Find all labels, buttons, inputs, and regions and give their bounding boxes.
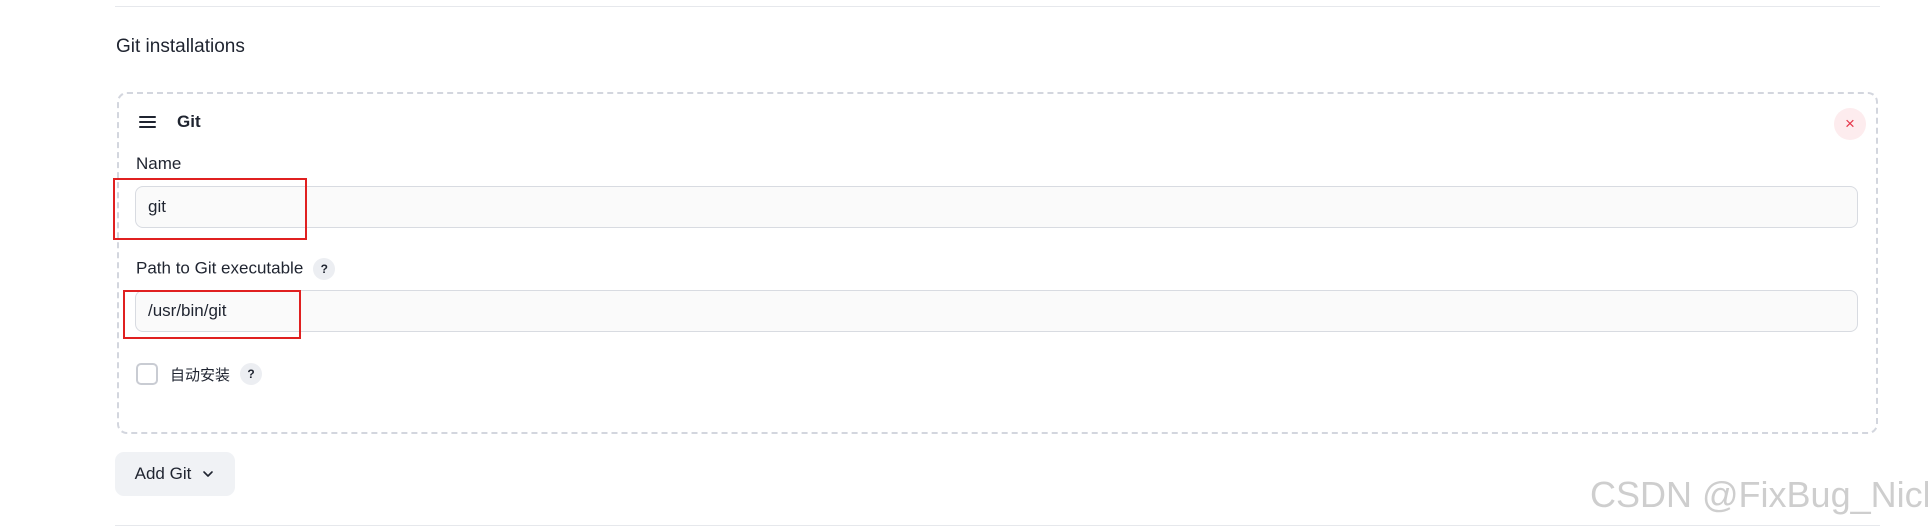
top-divider: [115, 6, 1880, 7]
section-title: Git installations: [116, 36, 245, 57]
auto-install-row: 自动安装 ?: [136, 361, 263, 387]
git-block-title: Git: [177, 112, 201, 131]
annotation-box-name: [113, 178, 307, 240]
path-field-label: Path to Git executable: [136, 258, 304, 278]
delete-installation-button[interactable]: ×: [1834, 108, 1866, 140]
git-installation-block: Git × Name Path to Git executable? 自动安装 …: [117, 92, 1878, 434]
auto-install-label: 自动安装: [170, 365, 231, 384]
git-installations-page: Git installations Git × Name Path to Git…: [0, 0, 1928, 529]
name-field-label: Name: [136, 154, 182, 173]
add-git-label: Add Git: [134, 464, 192, 483]
annotation-box-path: [123, 290, 301, 339]
auto-install-checkbox[interactable]: [136, 363, 158, 385]
path-field-label-row: Path to Git executable?: [136, 258, 336, 280]
name-input[interactable]: [135, 186, 1858, 228]
add-git-button[interactable]: Add Git: [115, 452, 235, 496]
path-help-icon[interactable]: ?: [313, 258, 336, 280]
drag-handle-icon[interactable]: [139, 116, 157, 130]
auto-install-help-icon[interactable]: ?: [240, 363, 263, 385]
bottom-divider: [115, 525, 1880, 526]
chevron-down-icon: [203, 471, 214, 477]
watermark: CSDN @FixBug_Nick: [1590, 474, 1928, 515]
path-input[interactable]: [135, 290, 1858, 332]
